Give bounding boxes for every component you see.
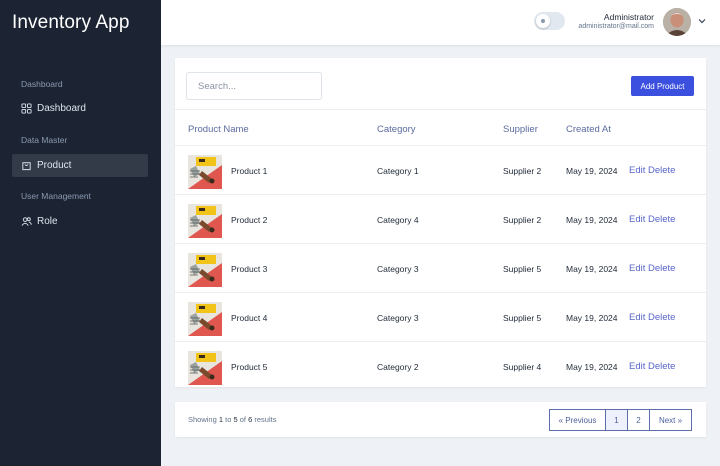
column-header-product-name: Product Name [188,124,249,135]
delete-link[interactable]: Delete [648,263,675,274]
product-image [188,155,222,189]
pagination-bar: Showing 1 to 5 of 6 results « Previous 1… [175,402,706,437]
theme-toggle-icon[interactable] [534,12,565,30]
results-summary: Showing 1 to 5 of 6 results [188,415,276,424]
product-name-cell: Product 2 [231,215,268,225]
grid-icon [21,103,32,114]
page-button-1[interactable]: 1 [606,409,628,431]
sidebar-section-data-master: Data Master [21,135,68,145]
next-page-button[interactable]: Next » [650,409,692,431]
product-name-cell: Product 4 [231,313,268,323]
edit-link[interactable]: Edit [629,263,645,274]
edit-link[interactable]: Edit [629,312,645,323]
summary-prefix: Showing [188,415,217,424]
sidebar-section-user-management: User Management [21,191,91,201]
bag-icon [22,162,31,171]
sidebar: Inventory App Dashboard Dashboard Data M… [0,0,161,466]
sidebar-item-role[interactable]: Role [12,210,148,233]
user-name: Administrator [603,12,654,22]
search-input[interactable] [186,72,322,100]
table-header: Product Name Category Supplier Created A… [175,109,706,146]
summary-suffix: results [254,415,277,424]
table-row: Product 5 Category 2 Supplier 4 May 19, 202… [175,342,706,391]
chevron-down-icon[interactable] [697,17,707,25]
delete-link[interactable]: Delete [648,214,675,225]
users-icon [21,217,32,226]
pager: « Previous 1 2 Next » [549,409,692,431]
table-row: Product 2 Category 4 Supplier 2 May 19, 202… [175,195,706,244]
supplier-cell: Supplier 5 [503,313,542,323]
edit-link[interactable]: Edit [629,361,645,372]
delete-link[interactable]: Delete [648,361,675,372]
delete-link[interactable]: Delete [648,312,675,323]
table-row: Product 1 Category 1 Supplier 2 May 19, 202… [175,146,706,195]
category-cell: Category 1 [377,166,419,176]
edit-link[interactable]: Edit [629,165,645,176]
supplier-cell: Supplier 5 [503,264,542,274]
supplier-cell: Supplier 2 [503,166,542,176]
created-at-cell: May 19, 2024 [566,313,618,323]
product-image [188,253,222,287]
product-image [188,204,222,238]
product-image [188,302,222,336]
app-title: Inventory App [12,12,130,33]
summary-total: 6 [248,415,253,424]
page-button-2[interactable]: 2 [628,409,650,431]
created-at-cell: May 19, 2024 [566,215,618,225]
created-at-cell: May 19, 2024 [566,362,618,372]
category-cell: Category 3 [377,264,419,274]
user-email: administrator@mail.com [578,23,654,30]
products-card: Add Product Product Name Category Suppli… [175,58,706,387]
avatar[interactable] [663,8,691,36]
summary-to-word: to [225,415,232,424]
sidebar-item-product[interactable]: Product [12,154,148,177]
supplier-cell: Supplier 2 [503,215,542,225]
column-header-supplier: Supplier [503,124,538,135]
category-cell: Category 2 [377,362,419,372]
top-header: Administrator administrator@mail.com [161,0,720,45]
column-header-created-at: Created At [566,124,611,135]
summary-from: 1 [218,415,224,424]
add-product-button[interactable]: Add Product [631,76,694,96]
summary-of-word: of [239,415,247,424]
product-name-cell: Product 3 [231,264,268,274]
sidebar-item-label: Dashboard [37,103,86,114]
sidebar-item-label: Product [37,160,72,171]
sidebar-item-dashboard[interactable]: Dashboard [12,97,148,120]
sidebar-item-label: Role [37,216,58,227]
table-row: Product 3 Category 3 Supplier 5 May 19, 202… [175,244,706,293]
created-at-cell: May 19, 2024 [566,264,618,274]
edit-link[interactable]: Edit [629,214,645,225]
supplier-cell: Supplier 4 [503,362,542,372]
table-row: Product 4 Category 3 Supplier 5 May 19, 202… [175,293,706,342]
product-image [188,351,222,385]
created-at-cell: May 19, 2024 [566,166,618,176]
category-cell: Category 4 [377,215,419,225]
product-name-cell: Product 1 [231,166,268,176]
previous-page-button[interactable]: « Previous [549,409,606,431]
column-header-category: Category [377,124,416,135]
delete-link[interactable]: Delete [648,165,675,176]
sidebar-section-dashboard: Dashboard [21,79,63,89]
product-name-cell: Product 5 [231,362,268,372]
category-cell: Category 3 [377,313,419,323]
summary-to: 5 [233,415,238,424]
toggle-knob [536,14,550,28]
